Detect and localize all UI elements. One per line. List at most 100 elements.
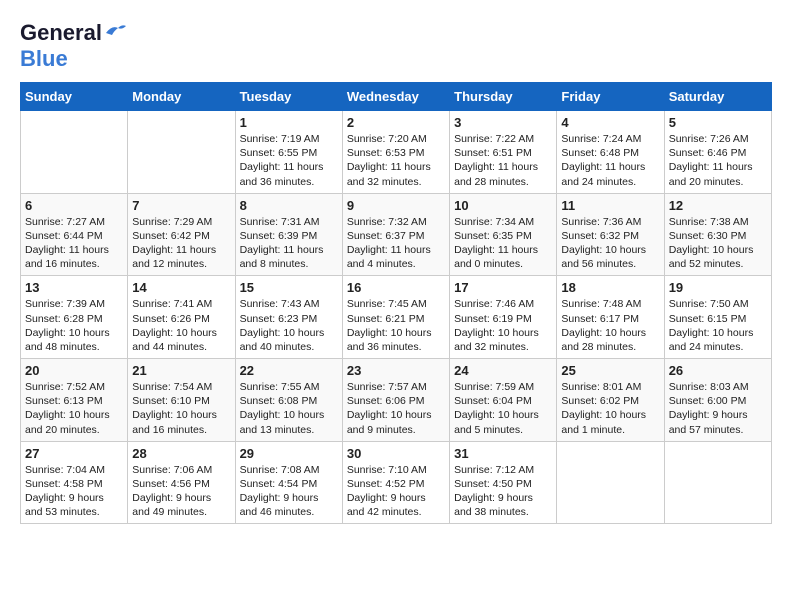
day-cell: 1 Sunrise: 7:19 AM Sunset: 6:55 PM Daylig… xyxy=(235,111,342,194)
day-cell: 20Sunrise: 7:52 AM Sunset: 6:13 PM Dayli… xyxy=(21,359,128,442)
day-info: Sunrise: 7:08 AM Sunset: 4:54 PM Dayligh… xyxy=(240,463,338,520)
day-info: Sunrise: 7:04 AM Sunset: 4:58 PM Dayligh… xyxy=(25,463,123,520)
week-row-2: 6 Sunrise: 7:27 AM Sunset: 6:44 PM Daylig… xyxy=(21,193,772,276)
day-cell: 8 Sunrise: 7:31 AM Sunset: 6:39 PM Daylig… xyxy=(235,193,342,276)
day-number: 7 xyxy=(132,198,230,213)
header: General Blue xyxy=(20,20,772,72)
day-number: 19 xyxy=(669,280,767,295)
day-number: 21 xyxy=(132,363,230,378)
day-info: Sunrise: 7:46 AM Sunset: 6:19 PM Dayligh… xyxy=(454,297,552,354)
day-cell: 30 Sunrise: 7:10 AM Sunset: 4:52 PM Dayli… xyxy=(342,441,449,524)
day-cell: 26 Sunrise: 8:03 AM Sunset: 6:00 PM Dayli… xyxy=(664,359,771,442)
logo-text-general: General xyxy=(20,20,102,46)
day-number: 3 xyxy=(454,115,552,130)
day-info: Sunrise: 7:20 AM Sunset: 6:53 PM Dayligh… xyxy=(347,132,445,189)
day-info: Sunrise: 7:45 AM Sunset: 6:21 PM Dayligh… xyxy=(347,297,445,354)
day-info: Sunrise: 7:24 AM Sunset: 6:48 PM Dayligh… xyxy=(561,132,659,189)
day-info: Sunrise: 7:19 AM Sunset: 6:55 PM Dayligh… xyxy=(240,132,338,189)
day-number: 14 xyxy=(132,280,230,295)
day-cell: 13Sunrise: 7:39 AM Sunset: 6:28 PM Dayli… xyxy=(21,276,128,359)
day-cell: 18 Sunrise: 7:48 AM Sunset: 6:17 PM Dayli… xyxy=(557,276,664,359)
day-cell: 3 Sunrise: 7:22 AM Sunset: 6:51 PM Daylig… xyxy=(450,111,557,194)
day-cell: 2 Sunrise: 7:20 AM Sunset: 6:53 PM Daylig… xyxy=(342,111,449,194)
day-info: Sunrise: 7:39 AM Sunset: 6:28 PM Dayligh… xyxy=(25,297,123,354)
logo: General Blue xyxy=(20,20,126,72)
col-header-friday: Friday xyxy=(557,83,664,111)
day-number: 5 xyxy=(669,115,767,130)
day-cell: 5 Sunrise: 7:26 AM Sunset: 6:46 PM Daylig… xyxy=(664,111,771,194)
day-number: 30 xyxy=(347,446,445,461)
day-info: Sunrise: 8:03 AM Sunset: 6:00 PM Dayligh… xyxy=(669,380,767,437)
col-header-wednesday: Wednesday xyxy=(342,83,449,111)
day-info: Sunrise: 8:01 AM Sunset: 6:02 PM Dayligh… xyxy=(561,380,659,437)
day-number: 31 xyxy=(454,446,552,461)
day-info: Sunrise: 7:41 AM Sunset: 6:26 PM Dayligh… xyxy=(132,297,230,354)
day-number: 12 xyxy=(669,198,767,213)
day-cell xyxy=(128,111,235,194)
day-cell: 17 Sunrise: 7:46 AM Sunset: 6:19 PM Dayli… xyxy=(450,276,557,359)
day-cell: 16Sunrise: 7:45 AM Sunset: 6:21 PM Dayli… xyxy=(342,276,449,359)
logo-text-blue: Blue xyxy=(20,46,68,71)
day-info: Sunrise: 7:22 AM Sunset: 6:51 PM Dayligh… xyxy=(454,132,552,189)
day-number: 2 xyxy=(347,115,445,130)
week-row-3: 13Sunrise: 7:39 AM Sunset: 6:28 PM Dayli… xyxy=(21,276,772,359)
day-cell: 15Sunrise: 7:43 AM Sunset: 6:23 PM Dayli… xyxy=(235,276,342,359)
day-info: Sunrise: 7:48 AM Sunset: 6:17 PM Dayligh… xyxy=(561,297,659,354)
day-number: 4 xyxy=(561,115,659,130)
col-header-sunday: Sunday xyxy=(21,83,128,111)
week-row-1: 1 Sunrise: 7:19 AM Sunset: 6:55 PM Daylig… xyxy=(21,111,772,194)
day-cell: 4 Sunrise: 7:24 AM Sunset: 6:48 PM Daylig… xyxy=(557,111,664,194)
day-info: Sunrise: 7:43 AM Sunset: 6:23 PM Dayligh… xyxy=(240,297,338,354)
day-cell: 9 Sunrise: 7:32 AM Sunset: 6:37 PM Daylig… xyxy=(342,193,449,276)
header-row: SundayMondayTuesdayWednesdayThursdayFrid… xyxy=(21,83,772,111)
day-info: Sunrise: 7:34 AM Sunset: 6:35 PM Dayligh… xyxy=(454,215,552,272)
day-info: Sunrise: 7:32 AM Sunset: 6:37 PM Dayligh… xyxy=(347,215,445,272)
day-cell: 11 Sunrise: 7:36 AM Sunset: 6:32 PM Dayli… xyxy=(557,193,664,276)
col-header-tuesday: Tuesday xyxy=(235,83,342,111)
day-info: Sunrise: 7:55 AM Sunset: 6:08 PM Dayligh… xyxy=(240,380,338,437)
day-number: 29 xyxy=(240,446,338,461)
week-row-4: 20Sunrise: 7:52 AM Sunset: 6:13 PM Dayli… xyxy=(21,359,772,442)
day-cell: 31 Sunrise: 7:12 AM Sunset: 4:50 PM Dayli… xyxy=(450,441,557,524)
day-number: 17 xyxy=(454,280,552,295)
day-number: 6 xyxy=(25,198,123,213)
day-info: Sunrise: 7:54 AM Sunset: 6:10 PM Dayligh… xyxy=(132,380,230,437)
day-info: Sunrise: 7:12 AM Sunset: 4:50 PM Dayligh… xyxy=(454,463,552,520)
day-cell xyxy=(21,111,128,194)
day-number: 11 xyxy=(561,198,659,213)
day-cell: 25 Sunrise: 8:01 AM Sunset: 6:02 PM Dayli… xyxy=(557,359,664,442)
col-header-thursday: Thursday xyxy=(450,83,557,111)
day-number: 22 xyxy=(240,363,338,378)
day-number: 18 xyxy=(561,280,659,295)
day-number: 8 xyxy=(240,198,338,213)
day-cell: 28 Sunrise: 7:06 AM Sunset: 4:56 PM Dayli… xyxy=(128,441,235,524)
day-cell: 6 Sunrise: 7:27 AM Sunset: 6:44 PM Daylig… xyxy=(21,193,128,276)
day-info: Sunrise: 7:26 AM Sunset: 6:46 PM Dayligh… xyxy=(669,132,767,189)
day-info: Sunrise: 7:52 AM Sunset: 6:13 PM Dayligh… xyxy=(25,380,123,437)
day-info: Sunrise: 7:50 AM Sunset: 6:15 PM Dayligh… xyxy=(669,297,767,354)
day-info: Sunrise: 7:27 AM Sunset: 6:44 PM Dayligh… xyxy=(25,215,123,272)
col-header-monday: Monday xyxy=(128,83,235,111)
day-cell: 19 Sunrise: 7:50 AM Sunset: 6:15 PM Dayli… xyxy=(664,276,771,359)
day-number: 23 xyxy=(347,363,445,378)
day-number: 24 xyxy=(454,363,552,378)
day-info: Sunrise: 7:31 AM Sunset: 6:39 PM Dayligh… xyxy=(240,215,338,272)
day-cell: 24Sunrise: 7:59 AM Sunset: 6:04 PM Dayli… xyxy=(450,359,557,442)
day-cell: 10Sunrise: 7:34 AM Sunset: 6:35 PM Dayli… xyxy=(450,193,557,276)
day-cell: 21 Sunrise: 7:54 AM Sunset: 6:10 PM Dayli… xyxy=(128,359,235,442)
day-number: 28 xyxy=(132,446,230,461)
day-info: Sunrise: 7:10 AM Sunset: 4:52 PM Dayligh… xyxy=(347,463,445,520)
day-number: 9 xyxy=(347,198,445,213)
day-number: 27 xyxy=(25,446,123,461)
week-row-5: 27 Sunrise: 7:04 AM Sunset: 4:58 PM Dayli… xyxy=(21,441,772,524)
day-cell: 29 Sunrise: 7:08 AM Sunset: 4:54 PM Dayli… xyxy=(235,441,342,524)
day-number: 25 xyxy=(561,363,659,378)
day-info: Sunrise: 7:36 AM Sunset: 6:32 PM Dayligh… xyxy=(561,215,659,272)
day-cell xyxy=(664,441,771,524)
day-info: Sunrise: 7:57 AM Sunset: 6:06 PM Dayligh… xyxy=(347,380,445,437)
day-info: Sunrise: 7:06 AM Sunset: 4:56 PM Dayligh… xyxy=(132,463,230,520)
day-cell: 14 Sunrise: 7:41 AM Sunset: 6:26 PM Dayli… xyxy=(128,276,235,359)
day-number: 26 xyxy=(669,363,767,378)
day-number: 1 xyxy=(240,115,338,130)
calendar-table: SundayMondayTuesdayWednesdayThursdayFrid… xyxy=(20,82,772,524)
